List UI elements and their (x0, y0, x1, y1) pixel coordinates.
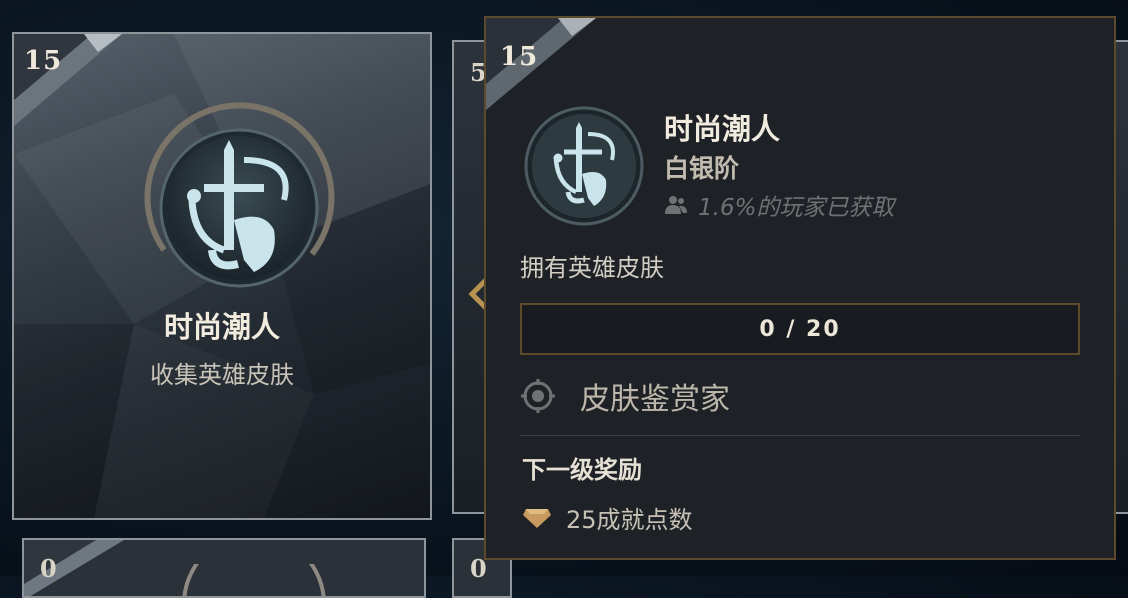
achievement-level: 15 (24, 46, 63, 76)
progress-bar: 0 / 20 (520, 303, 1080, 355)
reward-title-label: 皮肤鉴赏家 (580, 382, 730, 417)
players-icon (665, 196, 687, 214)
fashion-emblem-icon (144, 102, 335, 288)
next-level-reward: 25成就点数 (522, 498, 693, 536)
fashion-emblem-icon (524, 106, 644, 226)
emblem-ring-icon (182, 564, 326, 596)
reward-title-row: 皮肤鉴赏家 (520, 372, 730, 420)
tooltip-tier: 白银阶 (664, 154, 740, 183)
achievement-card-bottom-left[interactable]: 0 (22, 538, 426, 598)
achievement-tooltip: 15 时尚潮人 白银阶 1.6%的玩家已获取 拥有英雄皮肤 0 / 20 皮肤鉴… (484, 16, 1116, 560)
next-level-reward-title: 下一级奖励 (522, 456, 642, 484)
players-obtained: 1.6%的玩家已获取 (664, 188, 894, 222)
achievement-card-main[interactable]: 15 时尚潮人 收集英雄皮肤 (12, 32, 432, 520)
tooltip-description: 拥有英雄皮肤 (520, 254, 664, 282)
achievement-subtitle: 收集英雄皮肤 (150, 361, 294, 389)
tooltip-title: 时尚潮人 (664, 112, 781, 146)
tooltip-level: 15 (500, 42, 539, 72)
target-crosshair-icon (521, 379, 555, 413)
divider (520, 435, 1080, 436)
players-obtained-text: 1.6%的玩家已获取 (698, 195, 895, 221)
bottom-left-level: 0 (40, 554, 57, 583)
achievement-points: 25成就点数 (566, 505, 693, 534)
achievement-title: 时尚潮人 (163, 310, 280, 344)
progress-text: 0 / 20 (759, 316, 841, 342)
gem-icon (523, 509, 551, 528)
